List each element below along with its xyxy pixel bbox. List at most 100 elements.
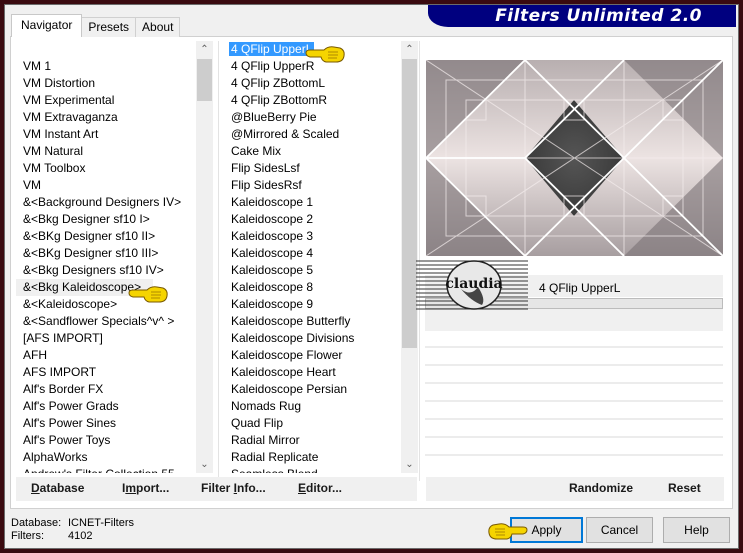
database-button[interactable]: Database bbox=[31, 481, 84, 495]
category-item[interactable]: VM Extravaganza bbox=[16, 109, 196, 126]
slider-area bbox=[425, 309, 723, 331]
category-scrollbar[interactable]: ⌃ ⌄ bbox=[196, 41, 213, 473]
tab-navigator[interactable]: Navigator bbox=[11, 14, 83, 37]
category-item[interactable]: &<Bkg Designer sf10 I> bbox=[16, 211, 196, 228]
category-item[interactable]: &<Kaleidoscope> bbox=[16, 296, 196, 313]
window-title: Filters Unlimited 2.0 bbox=[495, 6, 702, 26]
slider-row bbox=[425, 382, 723, 384]
item-label: &<BKg Designer sf10 II> bbox=[23, 229, 156, 243]
category-item[interactable]: VM Instant Art bbox=[16, 126, 196, 143]
category-item[interactable]: &<BKg Designer sf10 III> bbox=[16, 245, 196, 262]
item-label: VM Extravaganza bbox=[23, 110, 118, 124]
item-label: &<Background Designers IV> bbox=[23, 195, 182, 209]
scroll-down-icon[interactable]: ⌄ bbox=[196, 456, 213, 473]
category-item[interactable]: &<Sandflower Specials^v^ > bbox=[16, 313, 196, 330]
category-item[interactable]: &<Background Designers IV> bbox=[16, 194, 196, 211]
filter-item[interactable]: Kaleidoscope Flower bbox=[224, 347, 402, 364]
item-label: VM 1 bbox=[23, 59, 52, 73]
category-item[interactable]: VM bbox=[16, 177, 196, 194]
filter-item[interactable]: Kaleidoscope 4 bbox=[224, 245, 402, 262]
item-label: Kaleidoscope Persian bbox=[231, 382, 348, 396]
category-item[interactable]: Andrew's Filter Collection 55 bbox=[16, 466, 196, 473]
slider-row bbox=[425, 436, 723, 438]
slider-row bbox=[425, 364, 723, 366]
tab-presets[interactable]: Presets bbox=[81, 17, 137, 37]
category-item[interactable]: VM 1 bbox=[16, 58, 196, 75]
category-item[interactable]: &<Bkg Designers sf10 IV> bbox=[16, 262, 196, 279]
filter-item[interactable]: Flip SidesRsf bbox=[224, 177, 402, 194]
filter-item[interactable]: Nomads Rug bbox=[224, 398, 402, 415]
filter-item[interactable]: Flip SidesLsf bbox=[224, 160, 402, 177]
filter-item[interactable]: Kaleidoscope 1 bbox=[224, 194, 402, 211]
category-item[interactable]: Alf's Border FX bbox=[16, 381, 196, 398]
pointing-hand-icon bbox=[128, 286, 168, 303]
title-banner: Filters Unlimited 2.0 bbox=[428, 5, 736, 27]
filter-item[interactable]: Kaleidoscope 2 bbox=[224, 211, 402, 228]
category-item[interactable]: AFH bbox=[16, 347, 196, 364]
randomize-button[interactable]: Randomize bbox=[569, 481, 633, 495]
item-label: AFH bbox=[23, 348, 47, 362]
item-label: VM Experimental bbox=[23, 93, 115, 107]
category-item[interactable]: [AFS IMPORT] bbox=[16, 330, 196, 347]
filter-item[interactable]: Seamless Blend bbox=[224, 466, 402, 473]
category-item[interactable]: AFS IMPORT bbox=[16, 364, 196, 381]
filter-item[interactable]: Kaleidoscope Divisions bbox=[224, 330, 402, 347]
item-label: @BlueBerry Pie bbox=[231, 110, 317, 124]
filter-item[interactable]: @BlueBerry Pie bbox=[224, 109, 402, 126]
item-label: Seamless Blend bbox=[231, 467, 318, 473]
category-item[interactable]: &<BKg Designer sf10 II> bbox=[16, 228, 196, 245]
item-label: Kaleidoscope Divisions bbox=[231, 331, 355, 345]
filter-item[interactable]: Quad Flip bbox=[224, 415, 402, 432]
category-item[interactable]: VM Toolbox bbox=[16, 160, 196, 177]
filter-item[interactable]: Kaleidoscope 8 bbox=[224, 279, 402, 296]
filter-item[interactable]: Kaleidoscope Persian bbox=[224, 381, 402, 398]
scroll-up-icon[interactable]: ⌃ bbox=[196, 41, 213, 58]
category-item[interactable]: Alf's Power Sines bbox=[16, 415, 196, 432]
scroll-up-icon[interactable]: ⌃ bbox=[401, 41, 418, 58]
import-button[interactable]: Import... bbox=[122, 481, 169, 495]
scroll-thumb[interactable] bbox=[402, 59, 417, 348]
filter-item[interactable]: @Mirrored & Scaled bbox=[224, 126, 402, 143]
filter-item[interactable]: 4 QFlip ZBottomR bbox=[224, 92, 402, 109]
item-label: 4 QFlip ZBottomL bbox=[231, 76, 326, 90]
category-item[interactable]: Alf's Power Grads bbox=[16, 398, 196, 415]
filter-item[interactable]: Kaleidoscope 9 bbox=[224, 296, 402, 313]
filter-info-button[interactable]: Filter Info... bbox=[201, 481, 266, 495]
scroll-thumb[interactable] bbox=[197, 59, 212, 101]
category-list[interactable]: VM 1 VM Distortion VM Experimental VM Extra… bbox=[16, 41, 196, 473]
filter-item[interactable]: Kaleidoscope Butterfly bbox=[224, 313, 402, 330]
preview-image bbox=[426, 60, 723, 256]
filter-item[interactable]: Cake Mix bbox=[224, 143, 402, 160]
category-item[interactable]: Alf's Power Toys bbox=[16, 432, 196, 449]
filter-item[interactable]: Radial Mirror bbox=[224, 432, 402, 449]
tab-about[interactable]: About bbox=[135, 17, 181, 37]
filter-scrollbar[interactable]: ⌃ ⌄ bbox=[401, 41, 418, 473]
scroll-down-icon[interactable]: ⌄ bbox=[401, 456, 418, 473]
category-item[interactable]: AlphaWorks bbox=[16, 449, 196, 466]
filter-item[interactable]: Kaleidoscope 5 bbox=[224, 262, 402, 279]
category-item[interactable]: VM Natural bbox=[16, 143, 196, 160]
help-button[interactable]: Help bbox=[663, 517, 730, 543]
cancel-button[interactable]: Cancel bbox=[586, 517, 653, 543]
right-toolbar: Randomize Reset bbox=[426, 477, 724, 501]
filter-item[interactable]: 4 QFlip ZBottomL bbox=[224, 75, 402, 92]
item-label: VM Instant Art bbox=[23, 127, 99, 141]
item-label: VM bbox=[23, 178, 41, 192]
item-label: &<BKg Designer sf10 III> bbox=[23, 246, 159, 260]
item-label: Kaleidoscope Flower bbox=[231, 348, 343, 362]
category-item[interactable]: VM Experimental bbox=[16, 92, 196, 109]
item-label: Nomads Rug bbox=[231, 399, 302, 413]
filter-item[interactable]: Radial Replicate bbox=[224, 449, 402, 466]
reset-button[interactable]: Reset bbox=[668, 481, 701, 495]
category-item[interactable]: VM Distortion bbox=[16, 75, 196, 92]
editor-button[interactable]: Editor... bbox=[298, 481, 342, 495]
filter-list[interactable]: 4 QFlip UpperL 4 QFlip UpperR 4 QFlip ZBot… bbox=[224, 41, 402, 473]
filter-item[interactable]: Kaleidoscope 3 bbox=[224, 228, 402, 245]
kaleidoscope-preview bbox=[426, 60, 723, 256]
item-label: &<Bkg Designers sf10 IV> bbox=[23, 263, 164, 277]
filters-count: 4102 bbox=[68, 530, 93, 542]
pointing-hand-icon bbox=[488, 523, 528, 540]
item-label: Andrew's Filter Collection 55 bbox=[23, 467, 175, 473]
filter-item[interactable]: Kaleidoscope Heart bbox=[224, 364, 402, 381]
filters-label: Filters: bbox=[11, 530, 44, 542]
